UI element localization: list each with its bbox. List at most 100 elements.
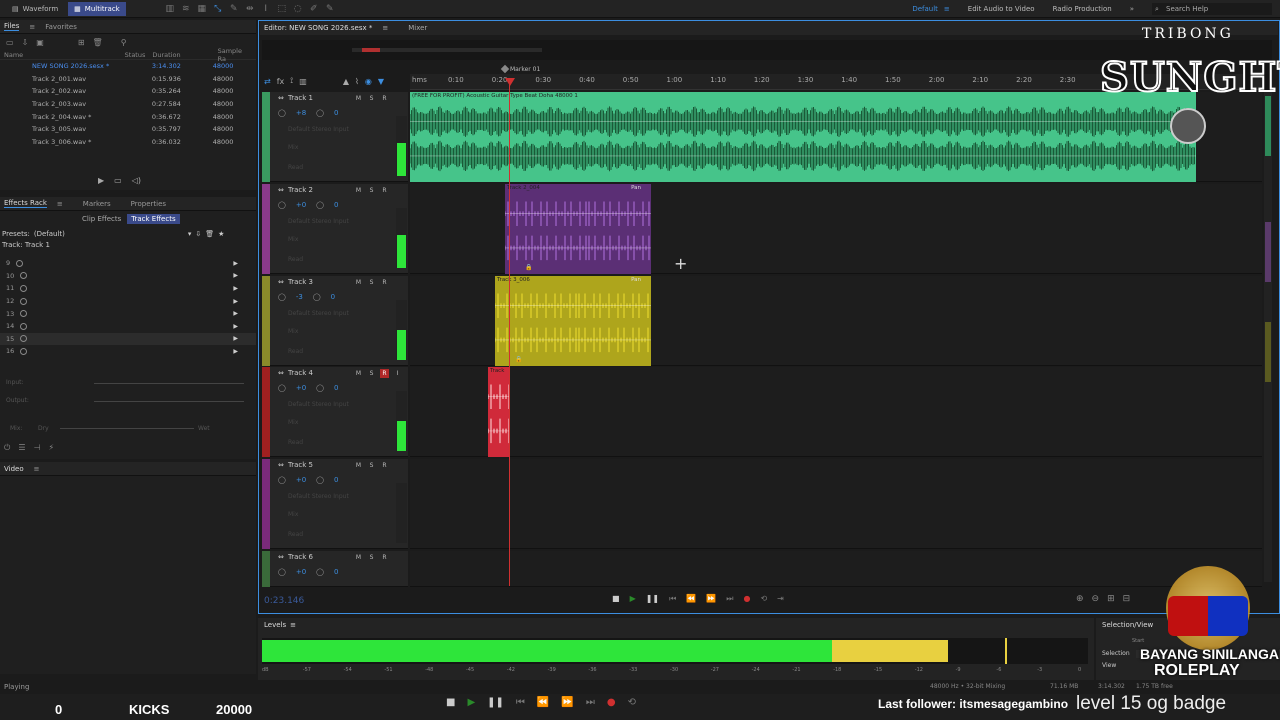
mute-button[interactable]: M bbox=[354, 186, 363, 195]
fast-forward-icon[interactable]: ⏩ bbox=[706, 594, 716, 604]
effect-slot[interactable]: 9 ▶ bbox=[0, 257, 256, 270]
zoom-in-time-icon[interactable]: ⊞ bbox=[1107, 594, 1115, 604]
tab-files[interactable]: Files bbox=[4, 22, 20, 31]
record-arm-button[interactable]: R bbox=[380, 553, 389, 562]
track-lane[interactable] bbox=[410, 551, 1262, 587]
track-name[interactable]: Track 4 bbox=[288, 369, 313, 377]
power-icon[interactable]: ⏻ bbox=[4, 443, 10, 453]
slot-arrow-icon[interactable]: ▶ bbox=[233, 323, 238, 330]
effect-slot[interactable]: 14 ▶ bbox=[0, 320, 256, 333]
bottom-stop-icon[interactable]: ■ bbox=[446, 697, 455, 708]
timecode-icon[interactable]: ◉ bbox=[365, 77, 372, 86]
autoplay-icon[interactable]: ◁) bbox=[132, 176, 141, 185]
presets-select[interactable]: (Default) bbox=[34, 230, 184, 238]
workspace-menu-icon[interactable]: ≡ bbox=[944, 5, 950, 13]
track-header[interactable]: ⇔ Track 6 MSR ◯ +0 ◯ 0 bbox=[262, 551, 408, 587]
stop-icon[interactable]: ■ bbox=[612, 594, 620, 604]
power-icon[interactable] bbox=[20, 284, 28, 292]
marker-icon[interactable]: ▼ bbox=[378, 77, 384, 86]
col-name[interactable]: Name bbox=[4, 51, 125, 59]
waveform-mode-button[interactable]: ▤ Waveform bbox=[6, 2, 64, 16]
slip-tool-icon[interactable]: ⇹ bbox=[244, 3, 256, 15]
playhead-handle[interactable] bbox=[505, 78, 515, 86]
volume-knob-row[interactable]: ◯ +8 ◯ 0 bbox=[278, 109, 338, 117]
tab-effects-rack[interactable]: Effects Rack bbox=[4, 199, 47, 208]
bottom-play-icon[interactable]: ▶ bbox=[467, 697, 475, 708]
pitch-icon[interactable]: ≋ bbox=[180, 3, 192, 15]
track-header[interactable]: ⇔ Track 3 MSR ◯ -3 ◯ 0 Default Stereo Input… bbox=[262, 276, 408, 366]
playhead[interactable] bbox=[509, 78, 510, 586]
slot-arrow-icon[interactable]: ▶ bbox=[233, 260, 238, 267]
track-move-icon[interactable]: ⇔ bbox=[278, 94, 284, 102]
pan-knob-icon[interactable]: ◯ bbox=[316, 568, 324, 576]
delete-icon[interactable]: 🗑 bbox=[93, 38, 103, 47]
files-menu-icon[interactable]: ≡ bbox=[29, 23, 35, 31]
mute-button[interactable]: M bbox=[354, 369, 363, 378]
track-pan[interactable]: 0 bbox=[334, 568, 338, 576]
grid-icon[interactable]: ▦ bbox=[196, 3, 208, 15]
pan-knob-icon[interactable]: ◯ bbox=[316, 109, 324, 117]
track-pan[interactable]: 0 bbox=[334, 201, 338, 209]
file-row[interactable]: Track 2_004.wav * 0:36.672 48000 bbox=[0, 110, 256, 123]
snap-icon[interactable]: ⌇ bbox=[355, 77, 359, 86]
tab-video[interactable]: Video bbox=[4, 465, 24, 473]
pan-knob-icon[interactable]: ◯ bbox=[316, 201, 324, 209]
record-arm-button[interactable]: R bbox=[380, 186, 389, 195]
record-icon[interactable]: ● bbox=[743, 594, 750, 604]
power-icon[interactable] bbox=[20, 335, 28, 343]
slot-arrow-icon[interactable]: ▶ bbox=[233, 335, 238, 342]
favorite-icon[interactable]: ★ bbox=[218, 230, 224, 238]
play-icon[interactable]: ▶ bbox=[630, 594, 636, 604]
tab-mixer[interactable]: Mixer bbox=[408, 24, 427, 32]
insert-icon[interactable]: ⊞ bbox=[78, 38, 85, 47]
search-help-input[interactable]: ⌕ Search Help bbox=[1152, 3, 1272, 15]
bottom-end-icon[interactable]: ⏭ bbox=[586, 697, 595, 708]
track-name[interactable]: Track 3 bbox=[288, 278, 313, 286]
brush-icon[interactable]: ✐ bbox=[308, 3, 320, 15]
loop-playback-icon[interactable]: ⟲ bbox=[760, 594, 767, 604]
track-volume[interactable]: +0 bbox=[296, 476, 306, 484]
clip-pan-label[interactable]: Pan bbox=[631, 185, 641, 191]
volume-knob-icon[interactable]: ◯ bbox=[278, 384, 286, 392]
track-volume[interactable]: +0 bbox=[296, 201, 306, 209]
rewind-icon[interactable]: ⏪ bbox=[686, 594, 696, 604]
volume-knob-icon[interactable]: ◯ bbox=[278, 293, 286, 301]
input-monitor-button[interactable]: I bbox=[393, 369, 402, 378]
list-icon[interactable]: ☰ bbox=[18, 443, 25, 453]
pan-knob-icon[interactable]: ◯ bbox=[316, 384, 324, 392]
volume-knob-row[interactable]: ◯ +0 ◯ 0 bbox=[278, 568, 338, 576]
volume-knob-icon[interactable]: ◯ bbox=[278, 109, 286, 117]
volume-knob-icon[interactable]: ◯ bbox=[278, 568, 286, 576]
track-header[interactable]: ⇔ Track 1 MSR ◯ +8 ◯ 0 Default Stereo Input… bbox=[262, 92, 408, 182]
record-arm-button[interactable]: R bbox=[380, 461, 389, 470]
power-icon[interactable] bbox=[16, 259, 24, 267]
col-duration[interactable]: Duration bbox=[152, 51, 217, 59]
sends-icon[interactable]: ⟟ bbox=[290, 76, 293, 86]
audio-clip[interactable]: Track 2_004 Pan 🔒 bbox=[505, 184, 651, 274]
file-row[interactable]: Track 2_003.wav 0:27.584 48000 bbox=[0, 98, 256, 111]
loop-preview-icon[interactable]: ▭ bbox=[114, 176, 122, 185]
slot-arrow-icon[interactable]: ▶ bbox=[233, 285, 238, 292]
go-to-start-icon[interactable]: ⏮ bbox=[669, 594, 676, 604]
solo-button[interactable]: S bbox=[367, 461, 376, 470]
spectral-icon[interactable]: ▥ bbox=[164, 3, 176, 15]
bottom-start-icon[interactable]: ⏮ bbox=[516, 697, 525, 708]
zoom-out-amplitude-icon[interactable]: ⊖ bbox=[1092, 594, 1100, 604]
bottom-pause-icon[interactable]: ❚❚ bbox=[487, 697, 504, 708]
delete-preset-icon[interactable]: 🗑 bbox=[205, 230, 214, 238]
move-tool-icon[interactable]: ⤡ bbox=[212, 3, 224, 15]
track-move-icon[interactable]: ⇔ bbox=[278, 553, 284, 561]
bottom-loop-icon[interactable]: ⟲ bbox=[628, 697, 636, 708]
workspace-edit-audio-video[interactable]: Edit Audio to Video bbox=[968, 5, 1035, 13]
bottom-forward-icon[interactable]: ⏩ bbox=[561, 697, 573, 708]
tab-favorites[interactable]: Favorites bbox=[45, 23, 77, 31]
import-icon[interactable]: ⇩ bbox=[22, 38, 29, 47]
col-status[interactable]: Status bbox=[125, 51, 153, 59]
insert-effect-icon[interactable]: ⊣ bbox=[34, 443, 41, 453]
track-name[interactable]: Track 5 bbox=[288, 461, 313, 469]
track-header[interactable]: ⇔ Track 4 MSRI ◯ +0 ◯ 0 Default Stereo Inpu… bbox=[262, 367, 408, 457]
new-file-icon[interactable]: ▣ bbox=[36, 38, 44, 47]
marquee-icon[interactable]: ⬚ bbox=[276, 3, 288, 15]
open-file-icon[interactable]: ▭ bbox=[6, 38, 14, 47]
save-preset-icon[interactable]: ⇩ bbox=[195, 230, 201, 238]
